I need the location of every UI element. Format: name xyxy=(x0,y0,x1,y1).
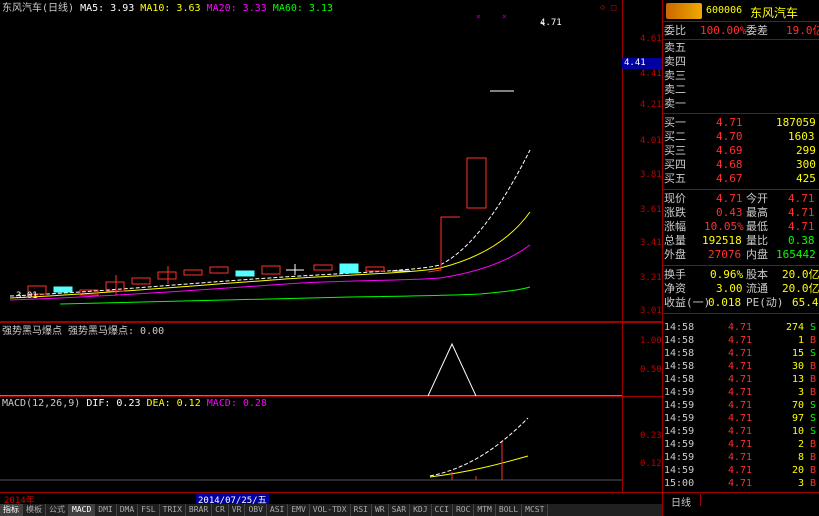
tab[interactable]: SAR xyxy=(389,504,411,516)
tab[interactable]: WR xyxy=(372,504,389,516)
price-axis-label: 4.41 xyxy=(640,69,662,79)
tick-row: 14:59 4.71 20 B xyxy=(664,465,817,476)
candlestick-chart[interactable]: ↖ × × xyxy=(0,0,622,322)
tick-row: 14:58 4.71 13 B xyxy=(664,374,817,385)
period-tab[interactable]: 日线 xyxy=(662,494,701,509)
price-axis-label: 4.61 xyxy=(640,34,662,44)
price-axis-label: 4.01 xyxy=(640,136,662,146)
candle xyxy=(313,264,333,271)
tab[interactable]: RSI xyxy=(351,504,372,516)
candle xyxy=(131,277,151,285)
stock-header: 600006 东风汽车 xyxy=(666,3,816,20)
buy-level-row: 买四 4.68 300 xyxy=(664,158,816,171)
low-price-label: 3.01 xyxy=(16,291,38,301)
tab[interactable]: DMI xyxy=(95,504,117,516)
price-axis-label: 3.61 xyxy=(640,205,662,215)
candle xyxy=(235,270,255,277)
high-price-label: 4.71 xyxy=(540,18,562,28)
candle xyxy=(339,263,359,274)
svg-text:×: × xyxy=(502,12,507,21)
price-axis-label: 3.21 xyxy=(640,273,662,283)
stock-name: 东风汽车 xyxy=(750,6,799,20)
tick-row: 14:59 4.71 10 S xyxy=(664,426,817,437)
stat-row: 净资 3.00 流通 20.0亿 xyxy=(664,282,819,295)
tick-row: 14:58 4.71 30 B xyxy=(664,361,817,372)
stock-code: 600006 xyxy=(706,5,743,16)
tab[interactable]: 指标 xyxy=(0,504,23,516)
tab[interactable]: BRAR xyxy=(186,504,213,516)
tab[interactable]: 公式 xyxy=(46,504,69,516)
buy-level-row: 买五 4.67 425 xyxy=(664,172,816,185)
stat-row: 收益(一) 0.018 PE(动) 65.4 xyxy=(664,296,819,309)
candle xyxy=(183,269,203,276)
tab[interactable]: DMA xyxy=(117,504,139,516)
candle xyxy=(53,286,73,293)
tab[interactable]: MCST xyxy=(522,504,549,516)
price-axis-label: 3.01 xyxy=(640,306,662,316)
svg-text:×: × xyxy=(476,12,481,21)
indicator-tabs[interactable]: 指标 模板 公式 MACD DMI DMA FSL TRIX BRAR CR VR OBV ASI EMV… xyxy=(0,504,662,516)
price-axis-label: 4.21 xyxy=(640,100,662,110)
logo-icon xyxy=(666,3,702,19)
tab[interactable]: FSL xyxy=(138,504,160,516)
tab[interactable]: BOLL xyxy=(496,504,523,516)
candle xyxy=(209,266,229,274)
macd-axis-label: 0.23 xyxy=(640,431,662,441)
price-axis-label: 3.81 xyxy=(640,170,662,180)
tick-row: 14:58 4.71 1 B xyxy=(664,335,817,346)
tab[interactable]: ASI xyxy=(267,504,289,516)
quote-panel: 600006 东风汽车 委比 100.00% 委差 19.0亿 卖五 卖四 卖三… xyxy=(662,0,819,516)
sell-level-row: 卖二 xyxy=(664,83,686,96)
sell-level-row: 卖三 xyxy=(664,69,686,82)
tab[interactable]: TRIX xyxy=(160,504,186,516)
tab[interactable]: MTM xyxy=(474,504,496,516)
stat-row: 涨幅 10.05% 最低 4.71 xyxy=(664,220,815,233)
signal-chart[interactable] xyxy=(0,322,622,397)
tick-row: 14:59 4.71 2 B xyxy=(664,439,817,450)
stat-row: 涨跌 0.43 最高 4.71 xyxy=(664,206,815,219)
tab[interactable]: OBV xyxy=(245,504,267,516)
tab[interactable]: VR xyxy=(229,504,246,516)
buy-level-row: 买二 4.70 1603 xyxy=(664,130,815,143)
tab[interactable]: CR xyxy=(212,504,229,516)
candle xyxy=(261,265,281,275)
tab[interactable]: MACD xyxy=(69,504,96,516)
tab[interactable]: EMV xyxy=(288,504,310,516)
tab[interactable]: 模板 xyxy=(23,504,46,516)
macd-axis-label: 0.12 xyxy=(640,459,662,469)
sell-level-row: 卖一 xyxy=(664,97,686,110)
stat-row: 外盘 27076 内盘 165442 xyxy=(664,248,816,261)
sell-level-row: 卖五 xyxy=(664,41,686,54)
tick-row: 14:59 4.71 3 B xyxy=(664,387,817,398)
order-ratio-row: 委比 100.00% 委差 19.0亿 xyxy=(664,24,819,37)
stat-row: 换手 0.96% 股本 20.0亿 xyxy=(664,268,819,281)
tick-row: 15:00 4.71 3 B xyxy=(664,478,817,489)
ma60-line xyxy=(59,286,531,305)
current-price-tag: 4.41 xyxy=(622,58,664,69)
tab[interactable]: VOL-TDX xyxy=(310,504,351,516)
tick-row: 14:59 4.71 70 S xyxy=(664,400,817,411)
buy-level-row: 买一 4.71 187059 xyxy=(664,116,816,129)
tick-row: 14:59 4.71 8 B xyxy=(664,452,817,463)
candle xyxy=(365,266,385,272)
buy-level-row: 买三 4.69 299 xyxy=(664,144,816,157)
tick-row: 14:59 4.71 97 S xyxy=(664,413,817,424)
signal-axis-label: 0.50 xyxy=(640,365,662,375)
signal-axis-label: 1.00 xyxy=(640,336,662,346)
candle xyxy=(466,157,487,209)
macd-chart[interactable] xyxy=(0,396,622,492)
price-axis-label: 3.41 xyxy=(640,238,662,248)
tab[interactable]: KDJ xyxy=(410,504,432,516)
sell-level-row: 卖四 xyxy=(664,55,686,68)
stat-row: 总量 192518 量比 0.38 xyxy=(664,234,815,247)
tab[interactable]: CCI xyxy=(432,504,453,516)
candle xyxy=(157,271,177,280)
tick-row: 14:58 4.71 274 S xyxy=(664,322,817,333)
stat-row: 现价 4.71 今开 4.71 xyxy=(664,192,815,205)
tick-row: 14:58 4.71 15 S xyxy=(664,348,817,359)
tab[interactable]: ROC xyxy=(453,504,475,516)
